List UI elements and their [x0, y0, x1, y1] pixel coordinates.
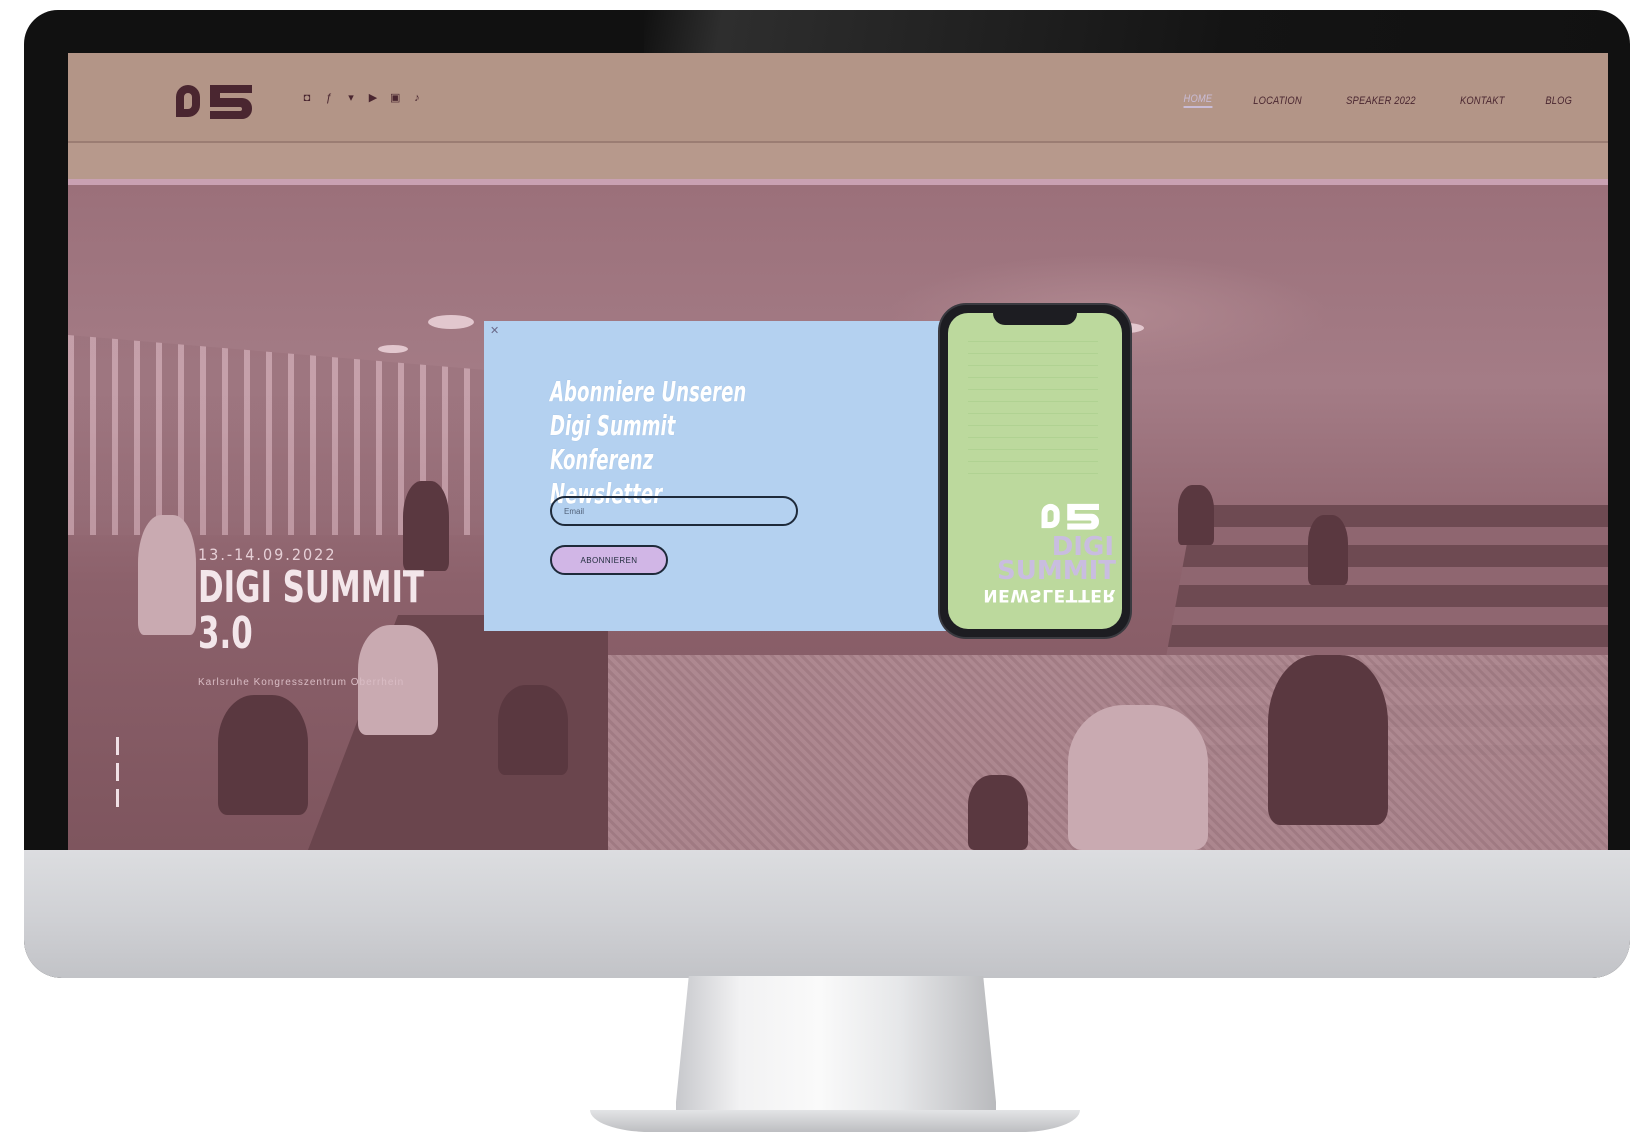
attendee	[968, 775, 1028, 850]
youtube-icon[interactable]: ▶	[368, 93, 378, 104]
attendee	[403, 481, 449, 571]
attendee	[218, 695, 308, 815]
ceiling-light	[428, 315, 474, 329]
phone-summit-text: SUMMIT	[997, 556, 1116, 586]
event-venue: Karlsruhe Kongresszentrum Oberrhein	[198, 677, 405, 688]
scroll-indicator[interactable]	[116, 737, 120, 807]
ceiling-light	[378, 345, 408, 353]
nav-location[interactable]: LOCATION	[1253, 95, 1301, 107]
newsletter-popup: ✕ Abonniere Unseren Digi Summit Konferen…	[484, 321, 946, 631]
twitter-icon[interactable]: ▾	[346, 93, 356, 104]
attendee	[1068, 705, 1208, 850]
phone-newsletter-text: NEWSLETTER	[983, 585, 1116, 605]
phone-mockup: DIGI SUMMIT NEWSLETTER	[940, 305, 1130, 637]
nav-home[interactable]: HOME	[1183, 93, 1213, 108]
attendee	[1178, 485, 1214, 545]
phone-content-lines	[968, 341, 1098, 481]
phone-screen: DIGI SUMMIT NEWSLETTER	[948, 313, 1122, 629]
phone-notch	[993, 313, 1077, 325]
facebook-icon[interactable]: ƒ	[324, 93, 334, 104]
attendee	[1308, 515, 1348, 585]
main-navigation: HOME LOCATION SPEAKER 2022 KONTAKT BLOG	[1181, 93, 1574, 108]
event-title: DIGI SUMMIT 3.0	[198, 562, 425, 659]
attendee	[1268, 655, 1388, 825]
nav-blog[interactable]: BLOG	[1545, 95, 1572, 107]
tiktok-icon[interactable]: ♪	[412, 93, 422, 104]
ds-logo-phone	[1041, 503, 1099, 530]
desktop-monitor: ◘ ƒ ▾ ▶ ▣ ♪ HOME LOCATION SPEAKER 2022 K…	[24, 10, 1630, 978]
social-links: ◘ ƒ ▾ ▶ ▣ ♪	[302, 93, 422, 104]
monitor-stand-base	[590, 1110, 1080, 1132]
attendee	[498, 685, 568, 775]
attendee	[138, 515, 196, 635]
site-header: ◘ ƒ ▾ ▶ ▣ ♪ HOME LOCATION SPEAKER 2022 K…	[68, 53, 1608, 143]
monitor-chin	[24, 850, 1630, 978]
nav-speaker[interactable]: SPEAKER 2022	[1346, 95, 1416, 107]
instagram-icon[interactable]: ◘	[302, 93, 312, 104]
linkedin-icon[interactable]: ▣	[390, 93, 400, 104]
subscribe-button[interactable]: ABONNIEREN	[550, 545, 668, 575]
monitor-stand	[676, 976, 996, 1126]
nav-kontakt[interactable]: KONTAKT	[1460, 95, 1505, 107]
popup-title: Abonniere Unseren Digi Summit Konferenz …	[550, 375, 747, 510]
ds-logo[interactable]	[174, 83, 256, 119]
email-field[interactable]	[550, 496, 798, 526]
header-subbar	[68, 143, 1608, 185]
close-icon[interactable]: ✕	[490, 324, 499, 337]
